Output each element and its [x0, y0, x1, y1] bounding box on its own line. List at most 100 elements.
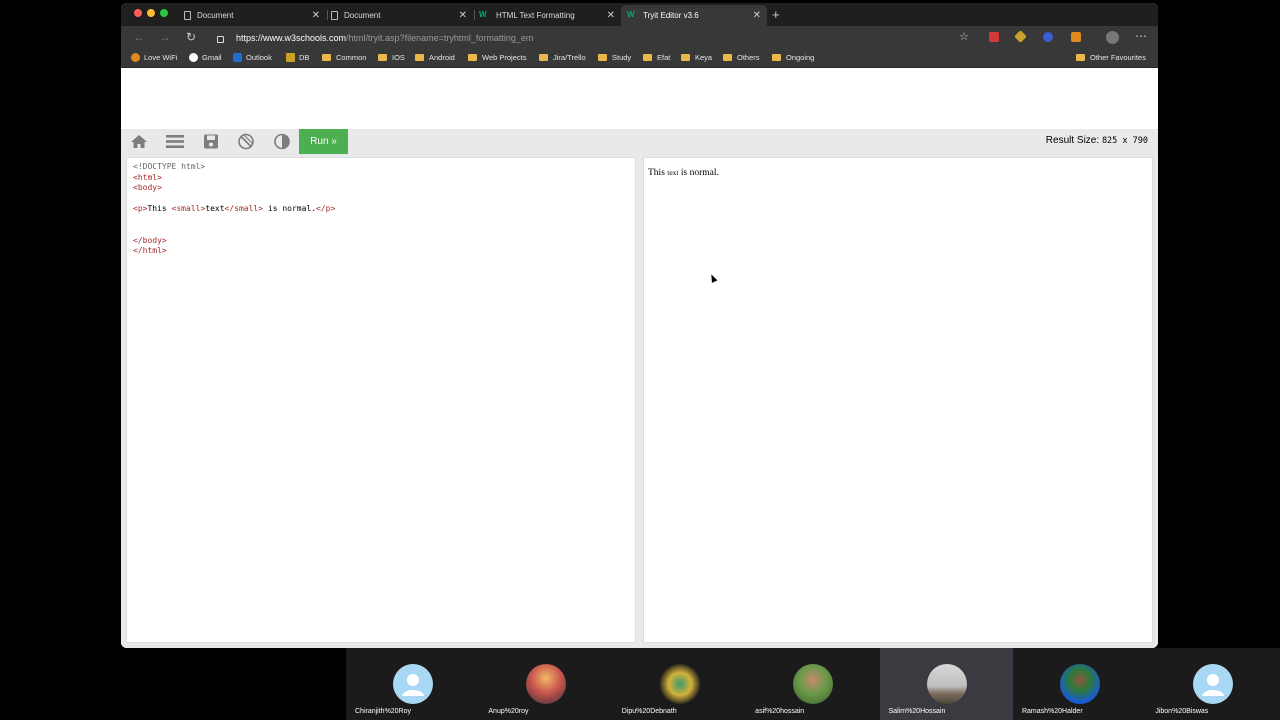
bookmark-folder-other-favourites[interactable]: Other Favourites	[1076, 53, 1146, 62]
dark-mode-icon[interactable]	[272, 133, 292, 150]
bookmark-label: Web Projects	[482, 53, 527, 62]
tab-title: Tryit Editor v3.6	[643, 11, 699, 20]
run-button[interactable]: Run »	[299, 129, 348, 154]
bookmark-label: Study	[612, 53, 632, 62]
bookmark-folder-study[interactable]: Study	[598, 53, 631, 62]
extension-pencil-icon[interactable]	[1071, 32, 1081, 42]
tab-document-2[interactable]: Document ✕	[328, 5, 473, 26]
result-small-text: text	[667, 168, 679, 177]
tryit-page: Run » Result Size: 825 x 790 <!DOCTYPE h…	[121, 68, 1158, 648]
folder-icon	[598, 54, 607, 61]
url-field[interactable]: https://www.w3schools.com/html/tryit.asp…	[217, 29, 977, 47]
url-host: https://www.w3schools.com	[236, 33, 347, 43]
url-path: /html/tryit.asp?filename=tryhtml_formatt…	[346, 33, 534, 43]
bookmark-folder-android[interactable]: Android	[415, 53, 455, 62]
editor-area: <!DOCTYPE html> <html> <body> <p>This <s…	[121, 154, 1158, 648]
result-size: Result Size: 825 x 790	[1046, 135, 1148, 146]
tab-title: Document	[344, 11, 381, 20]
bookmark-folder-common[interactable]: Common	[322, 53, 366, 62]
participant-tile[interactable]: Anup%20roy	[479, 648, 612, 720]
default-user-avatar-icon	[393, 664, 433, 704]
bookmark-folder-jira-trello[interactable]: Jira/Trello	[539, 53, 586, 62]
bookmark-label: Love WiFi	[144, 53, 178, 62]
close-tab-icon[interactable]: ✕	[607, 10, 615, 21]
tab-tryit-editor[interactable]: W Tryit Editor v3.6 ✕	[621, 5, 767, 26]
bookmark-gmail[interactable]: Gmail	[189, 53, 222, 62]
code-line: </body>	[133, 236, 629, 247]
code-text: <p>This <small>text</small> is normal.</…	[133, 204, 336, 213]
bookmark-folder-others[interactable]: Others	[723, 53, 760, 62]
tab-title: Document	[197, 11, 234, 20]
folder-icon	[468, 54, 477, 61]
tryit-toolbar: Run » Result Size: 825 x 790	[121, 129, 1158, 154]
bookmark-folder-efat[interactable]: Efat	[643, 53, 670, 62]
participant-tile-active-speaker[interactable]: Salim%20Hossain	[879, 648, 1013, 720]
bookmark-label: Other Favourites	[1090, 53, 1146, 62]
tab-html-text-formatting[interactable]: W HTML Text Formatting ✕	[476, 5, 621, 26]
extension-tools-icon[interactable]	[1014, 30, 1027, 43]
bookmark-label: DB	[299, 53, 310, 62]
participant-tile[interactable]: Chiranjith%20Roy	[346, 648, 479, 720]
rotate-layout-icon[interactable]	[236, 133, 256, 150]
participant-name: Anup%20roy	[488, 708, 529, 715]
bookmark-folder-web-projects[interactable]: Web Projects	[468, 53, 526, 62]
minimize-window-button[interactable]	[147, 9, 155, 17]
code-text: </body>	[133, 235, 167, 245]
code-text: <body>	[133, 183, 162, 192]
document-icon	[331, 11, 338, 20]
result-paragraph: This text is normal.	[648, 168, 1148, 178]
bookmark-outlook[interactable]: Outlook	[233, 53, 272, 62]
menu-icon[interactable]	[165, 133, 185, 150]
close-tab-icon[interactable]: ✕	[312, 10, 320, 21]
avatar	[926, 664, 967, 704]
db-icon	[286, 53, 295, 62]
result-size-value: 825 x 790	[1101, 136, 1148, 146]
extension-shield-icon[interactable]	[1043, 32, 1053, 42]
w3schools-icon: W	[627, 10, 635, 19]
bookmark-db[interactable]: DB	[286, 53, 309, 62]
participant-tile[interactable]: Ramash%20Halder	[1013, 648, 1146, 720]
code-line: </html>	[133, 246, 629, 257]
code-text: <html>	[133, 172, 162, 182]
close-tab-icon[interactable]: ✕	[459, 10, 467, 21]
participant-name: asif%20hossain	[755, 708, 805, 715]
maximize-window-button[interactable]	[160, 9, 168, 17]
bookmark-folder-ongoing[interactable]: Ongoing	[772, 53, 814, 62]
back-arrow-icon[interactable]: ←	[133, 30, 145, 44]
bookmark-folder-ios[interactable]: IOS	[378, 53, 405, 62]
bookmark-label: Common	[336, 53, 367, 62]
participant-tile[interactable]: asif%20hossain	[746, 648, 879, 720]
bookmark-label: Ongoing	[786, 53, 815, 62]
bookmark-folder-keya[interactable]: Keya	[681, 53, 712, 62]
participant-name: Chiranjith%20Roy	[355, 708, 412, 715]
profile-avatar-icon[interactable]	[1106, 31, 1119, 44]
more-options-icon[interactable]: ⋯	[1135, 29, 1147, 43]
adblock-extension-icon[interactable]	[989, 32, 999, 42]
tab-document-1[interactable]: Document ✕	[181, 5, 326, 26]
favorite-star-icon[interactable]: ☆	[959, 30, 969, 43]
avatar	[1059, 664, 1100, 704]
code-editor[interactable]: <!DOCTYPE html> <html> <body> <p>This <s…	[126, 157, 636, 643]
reload-icon[interactable]: ↻	[186, 30, 196, 44]
forward-arrow-icon[interactable]: →	[159, 30, 171, 44]
participant-tile[interactable]: Jibon%20Biswas	[1146, 648, 1279, 720]
home-icon[interactable]	[129, 133, 149, 150]
bookmark-love-wifi[interactable]: Love WiFi	[131, 53, 177, 62]
close-tab-icon[interactable]: ✕	[753, 10, 761, 21]
participant-name: Dipu%20Debnath	[621, 708, 677, 715]
browser-window: Document ✕ Document ✕ W HTML Text Format…	[121, 3, 1158, 648]
folder-icon	[1076, 54, 1085, 61]
close-window-button[interactable]	[134, 9, 142, 17]
participant-name: Ramash%20Halder	[1021, 708, 1083, 715]
participant-tile[interactable]: Dipu%20Debnath	[613, 648, 746, 720]
result-frame[interactable]: This text is normal.	[643, 157, 1153, 643]
folder-icon	[681, 54, 690, 61]
bookmark-label: Gmail	[202, 53, 222, 62]
bookmark-label: Outlook	[246, 53, 272, 62]
code-line: <!DOCTYPE html>	[133, 162, 629, 173]
new-tab-icon[interactable]: +	[772, 7, 780, 22]
save-icon[interactable]	[201, 133, 221, 150]
